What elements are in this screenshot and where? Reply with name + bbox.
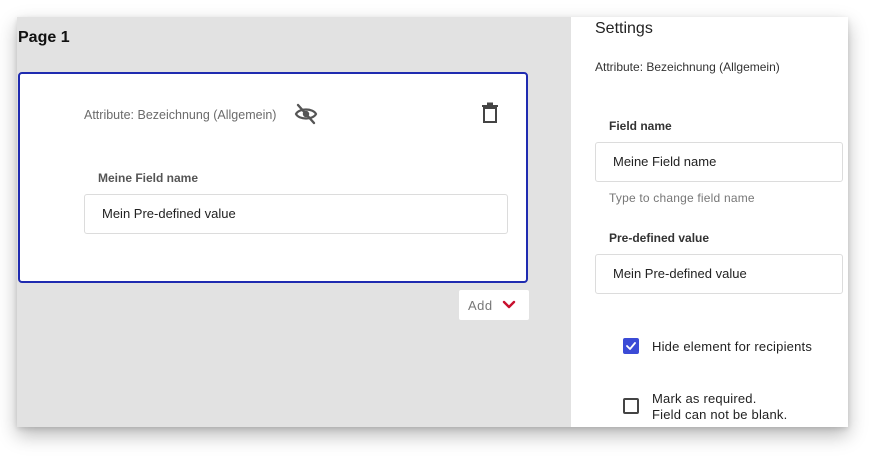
- add-button-label: Add: [468, 298, 493, 313]
- required-checkbox[interactable]: [623, 398, 639, 414]
- settings-title: Settings: [595, 20, 653, 37]
- field-name-input[interactable]: Meine Field name: [595, 142, 843, 182]
- hide-element-checkbox[interactable]: [623, 338, 639, 354]
- field-name-label: Meine Field name: [98, 171, 199, 185]
- chevron-down-icon: [502, 300, 516, 309]
- add-element-button[interactable]: Add: [459, 290, 529, 320]
- attribute-label: Attribute: Bezeichnung (Allgemein): [84, 108, 277, 122]
- app-window: Page 1 Attribute: Bezeichnung (Allgemein…: [17, 17, 848, 427]
- checkmark-icon: [626, 342, 636, 350]
- form-element-card[interactable]: Attribute: Bezeichnung (Allgemein) Meine…: [18, 72, 528, 283]
- required-label: Mark as required. Field can not be blank…: [652, 391, 787, 423]
- eye-off-icon[interactable]: [294, 103, 318, 125]
- field-name-hint: Type to change field name: [609, 191, 755, 205]
- required-label-line1: Mark as required.: [652, 391, 757, 406]
- predefined-value-field[interactable]: Mein Pre-defined value: [84, 194, 508, 234]
- predefined-value-input[interactable]: Mein Pre-defined value: [595, 254, 843, 294]
- form-canvas: Page 1 Attribute: Bezeichnung (Allgemein…: [17, 17, 571, 427]
- predefined-value-label: Pre-defined value: [609, 231, 710, 245]
- page-title: Page 1: [18, 29, 70, 46]
- hide-element-label: Hide element for recipients: [652, 339, 813, 354]
- field-name-label: Field name: [609, 119, 672, 133]
- settings-panel: Settings Attribute: Bezeichnung (Allgeme…: [571, 17, 848, 427]
- required-label-line2: Field can not be blank.: [652, 407, 788, 422]
- trash-icon[interactable]: [480, 102, 500, 124]
- settings-attribute-label: Attribute: Bezeichnung (Allgemein): [595, 60, 780, 74]
